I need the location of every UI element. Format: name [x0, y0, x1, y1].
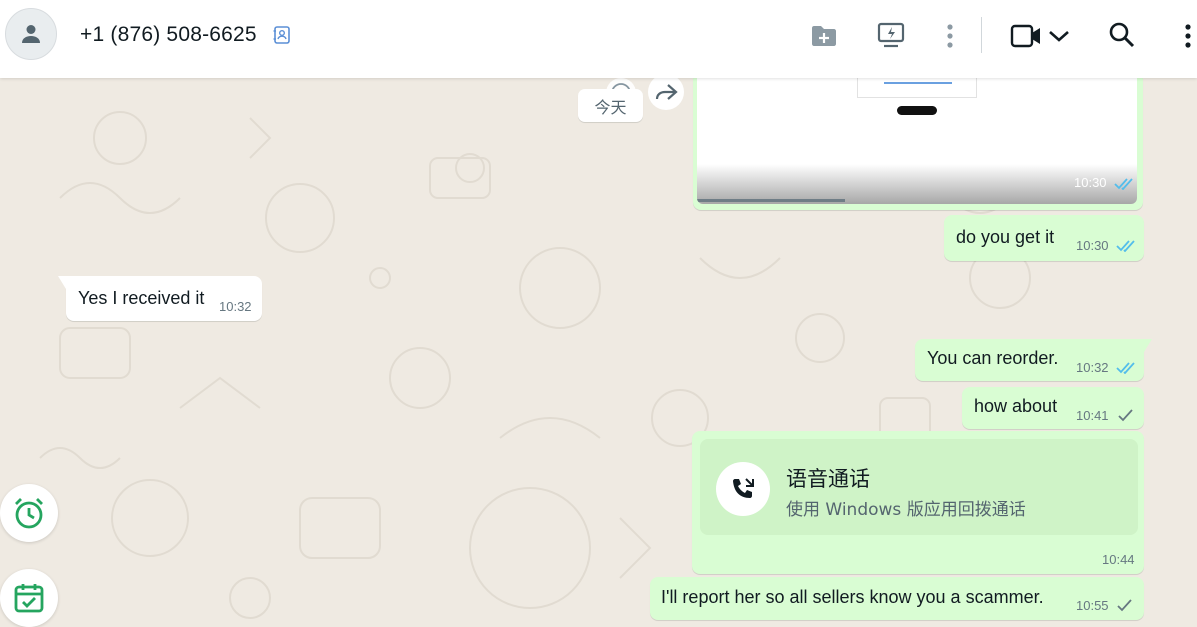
single-check-icon — [1117, 599, 1132, 612]
menu-vertical-icon[interactable] — [1178, 22, 1197, 50]
search-icon[interactable] — [1108, 21, 1136, 49]
image-message[interactable]: 10:30 — [693, 78, 1143, 210]
double-check-read-icon — [1116, 362, 1135, 374]
voice-call-card[interactable]: 语音通话 使用 Windows 版应用回拨通话 — [700, 439, 1138, 535]
message-text: do you get it — [956, 227, 1055, 247]
image-progress-bar — [697, 199, 845, 202]
double-check-read-icon — [1116, 240, 1135, 252]
image-document-thumb — [857, 78, 977, 98]
message-time: 10:44 — [1102, 552, 1135, 567]
screen-share-icon[interactable] — [876, 20, 906, 50]
bubble-tail — [58, 276, 66, 289]
image-button-thumb — [897, 106, 937, 115]
chevron-down-icon — [1049, 31, 1069, 42]
contact-avatar[interactable] — [5, 8, 57, 60]
message-bubble-out[interactable]: You can reorder. 10:32 — [915, 339, 1152, 381]
contact-card-icon[interactable] — [272, 25, 292, 45]
avatar-person-icon — [22, 25, 40, 43]
more-vertical-icon[interactable] — [940, 22, 960, 50]
call-title: 语音通话 — [786, 467, 870, 491]
chat-area[interactable]: 今天 10:30 do you get it 10:30 Yes I recei… — [0, 78, 1197, 627]
message-time: 10:55 — [1076, 598, 1109, 613]
message-text: Yes I received it — [78, 288, 205, 308]
message-bubble-out[interactable]: I'll report her so all sellers know you … — [650, 577, 1144, 620]
image-preview[interactable] — [697, 78, 1137, 204]
message-time: 10:30 — [1076, 238, 1109, 253]
header-divider — [981, 17, 982, 53]
alarm-clock-icon — [15, 498, 43, 529]
alarm-reminder-button[interactable] — [0, 484, 58, 542]
video-call-button[interactable] — [1008, 22, 1074, 50]
message-text: how about — [974, 396, 1058, 416]
date-chip: 今天 — [578, 89, 643, 122]
message-text: I'll report her so all sellers know you … — [661, 587, 1044, 607]
message-bubble-out[interactable]: do you get it 10:30 — [944, 215, 1144, 261]
single-check-icon — [1118, 409, 1133, 422]
message-text: You can reorder. — [927, 348, 1059, 368]
message-bubble-out[interactable]: how about 10:41 — [962, 387, 1144, 429]
call-message[interactable]: 语音通话 使用 Windows 版应用回拨通话 10:44 — [692, 431, 1144, 574]
double-check-read-icon — [1114, 178, 1133, 190]
message-bubble-in[interactable]: Yes I received it 10:32 — [58, 276, 262, 321]
message-time: 10:32 — [1076, 360, 1109, 375]
calendar-button[interactable] — [0, 569, 58, 627]
video-call-icon — [1010, 24, 1040, 48]
missed-call-phone-icon — [733, 478, 754, 498]
call-icon-circle — [716, 462, 770, 516]
image-gradient — [697, 164, 1137, 204]
bubble-tail — [1144, 339, 1152, 352]
chat-header: +1 (876) 508-6625 — [0, 0, 1197, 78]
add-folder-icon[interactable] — [810, 23, 838, 49]
message-time: 10:30 — [1074, 175, 1107, 190]
calendar-check-icon — [14, 584, 44, 613]
message-time: 10:32 — [219, 299, 252, 314]
contact-name[interactable]: +1 (876) 508-6625 — [80, 23, 257, 47]
message-time: 10:41 — [1076, 408, 1109, 423]
call-subtitle: 使用 Windows 版应用回拨通话 — [786, 500, 1026, 520]
